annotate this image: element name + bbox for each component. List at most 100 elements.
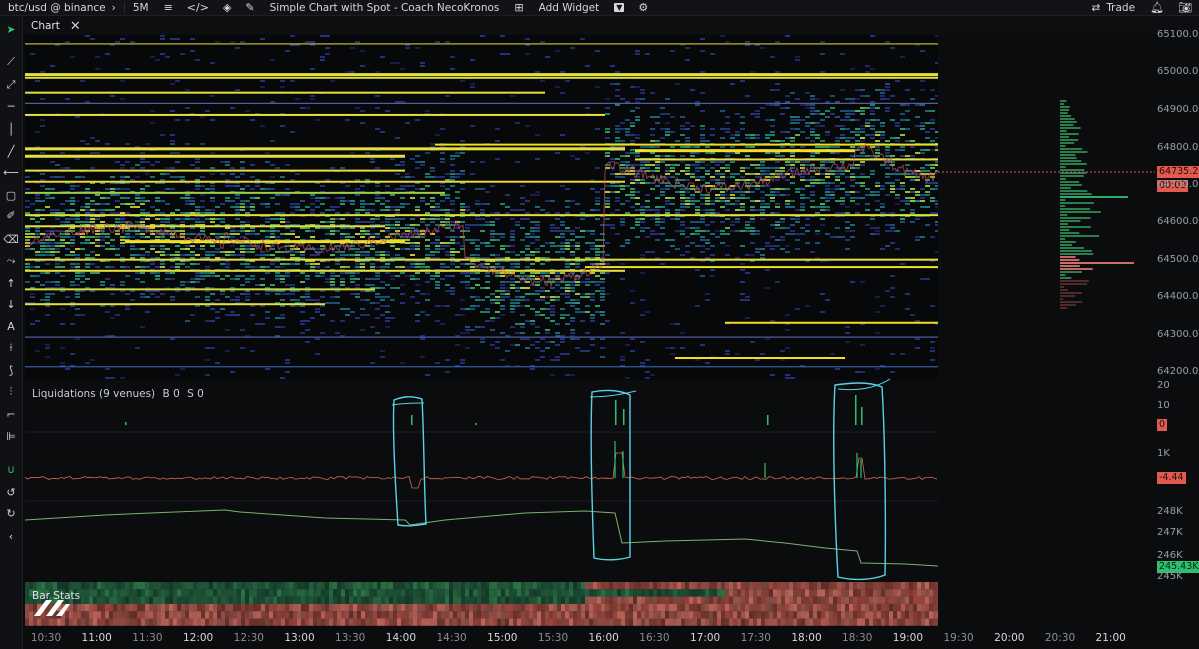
heatmap-cells xyxy=(25,35,938,379)
ray-icon[interactable]: ⤢ xyxy=(0,76,22,94)
oi-tick-label: 247K xyxy=(1157,527,1183,538)
redo-icon[interactable]: ↻ xyxy=(0,504,22,522)
top-toolbar: btc/usd @ binance › 5M ≡ </> ◈ ✎ Simple C… xyxy=(0,0,1199,16)
heatmap-canvas xyxy=(25,35,938,379)
time-tick-label: 19:00 xyxy=(892,632,924,644)
time-tick-label: 18:00 xyxy=(791,632,822,644)
stats-icon[interactable]: ⊫ xyxy=(0,427,22,445)
time-tick-label: 13:30 xyxy=(335,632,366,644)
camera-icon[interactable]: 📷︎ xyxy=(1171,0,1199,15)
price-tick-label: 64800.0 xyxy=(1157,142,1199,153)
time-tick-label: 16:30 xyxy=(639,632,670,644)
oi-tick-label: 246K xyxy=(1157,550,1183,561)
grid-icon[interactable]: ⊞ xyxy=(507,0,530,15)
timeframe-button[interactable]: 5M xyxy=(125,0,157,15)
cvd-axis-label: 1K xyxy=(1157,448,1170,459)
logo-icon xyxy=(34,600,70,616)
drawing-tools-sidebar: ➤ ⟋ ⤢ ─ │ ╱ ⟵ ▢ ✐ ⌫ ⤳ ↑ ↓ A ⟊ ⟆ ⫶ ⌐ ⊫ ∪ ↺ ↻ ‹ xyxy=(0,16,23,649)
buy-value: 0 xyxy=(173,388,180,400)
time-tick-label: 14:30 xyxy=(436,632,467,644)
chevron-right-icon: › xyxy=(111,1,116,14)
arrow-down-icon[interactable]: ↓ xyxy=(0,295,22,313)
time-axis[interactable]: 10:30 11:00 11:30 12:00 12:30 13:00 13:30 14:00… xyxy=(25,629,1155,649)
line-icon[interactable]: ╱ xyxy=(0,142,22,160)
trade-label: Trade xyxy=(1106,1,1136,14)
price-axis[interactable]: 64735.2 00:03 0 1K -4.44 245.43K 65100.0… xyxy=(1155,29,1199,625)
magnet-icon[interactable]: ∪ xyxy=(0,460,22,478)
hand-drawn-annotations xyxy=(391,378,891,581)
path-icon[interactable]: ⤳ xyxy=(0,252,22,270)
code-icon[interactable]: </> xyxy=(180,0,216,15)
time-tick-label: 14:00 xyxy=(385,632,417,644)
time-tick-label: 17:30 xyxy=(740,632,771,644)
liquidations-tick-label: 20 xyxy=(1157,380,1170,391)
cvd-badge: -4.44 xyxy=(1157,472,1186,484)
time-tick-label: 15:30 xyxy=(537,632,569,644)
brush-icon[interactable]: ✐ xyxy=(0,206,22,224)
close-icon[interactable]: ✕ xyxy=(70,19,81,34)
gear-icon[interactable]: ⚙ xyxy=(631,0,655,15)
layout-name-button[interactable]: Simple Chart with Spot - Coach NecoKrono… xyxy=(262,0,508,15)
symbol-selector[interactable]: btc/usd @ binance › xyxy=(0,0,124,15)
price-tick-label: 64200.0 xyxy=(1157,366,1199,377)
liquidations-title: Liquidations (9 venues) xyxy=(32,388,156,400)
tab-bar: Chart ✕ xyxy=(23,16,1199,34)
text-icon[interactable]: A xyxy=(0,317,22,335)
rectangle-icon[interactable]: ▢ xyxy=(0,186,22,204)
dropdown-icon[interactable]: ▼ xyxy=(607,0,631,15)
time-tick-label: 10:30 xyxy=(30,632,62,644)
eraser-icon[interactable]: ⌫ xyxy=(0,230,22,248)
time-tick-label: 17:00 xyxy=(689,632,721,644)
time-tick-label: 18:30 xyxy=(842,632,873,644)
buy-label: B xyxy=(162,388,170,400)
layers-icon[interactable]: ◈ xyxy=(216,0,238,15)
time-tick-label: 21:00 xyxy=(1095,632,1126,644)
volume-profile xyxy=(1060,100,1134,309)
fib-icon[interactable]: ⟆ xyxy=(0,361,22,379)
bell-icon[interactable]: 🔔︎ xyxy=(1143,0,1171,15)
time-tick-label: 12:30 xyxy=(233,632,264,644)
oi-tick-label: 248K xyxy=(1157,506,1183,517)
price-tick-label: 64700.0 xyxy=(1157,179,1199,190)
trade-button[interactable]: ⇄ Trade xyxy=(1084,0,1144,15)
time-tick-label: 20:00 xyxy=(994,632,1025,644)
bar-stats-panel[interactable] xyxy=(25,582,938,626)
time-tick-label: 20:30 xyxy=(1044,632,1076,644)
liquidations-badge: 0 xyxy=(1157,419,1168,431)
price-tick-label: 64400.0 xyxy=(1157,291,1199,302)
ruler-icon[interactable]: ⟊ xyxy=(0,339,22,357)
price-tick-label: 65000.0 xyxy=(1157,66,1199,77)
pencil-icon[interactable]: ✎ xyxy=(238,0,261,15)
measure-icon[interactable]: ⌐ xyxy=(0,405,22,423)
horizontal-line-icon[interactable]: ─ xyxy=(0,97,22,115)
time-tick-label: 15:00 xyxy=(487,632,518,644)
sell-label: S xyxy=(187,388,194,400)
candle-tool-icon[interactable]: ⫶ xyxy=(0,383,22,401)
candles-icon[interactable]: ≡ xyxy=(157,0,180,15)
oi-tick-label: 245K xyxy=(1157,571,1183,582)
arrow-up-icon[interactable]: ↑ xyxy=(0,274,22,292)
sell-value: 0 xyxy=(197,388,204,400)
price-tick-label: 64500.0 xyxy=(1157,254,1199,265)
liquidity-lines xyxy=(25,43,938,368)
swap-icon: ⇄ xyxy=(1091,1,1101,14)
orderbook-heatmap[interactable] xyxy=(25,35,938,380)
last-price-line xyxy=(938,171,1155,173)
time-tick-label: 11:30 xyxy=(132,632,163,644)
price-tick-label: 64300.0 xyxy=(1157,329,1199,340)
cursor-icon[interactable]: ➤ xyxy=(0,20,22,38)
symbol-label: btc/usd @ binance xyxy=(8,1,106,14)
extended-line-icon[interactable]: ⟵ xyxy=(0,163,22,181)
tab-label: Chart xyxy=(31,20,60,32)
collapse-icon[interactable]: ‹ xyxy=(0,527,22,545)
tab-chart[interactable]: Chart ✕ xyxy=(31,18,81,34)
last-price-badge: 64735.2 xyxy=(1157,166,1199,178)
time-tick-label: 11:00 xyxy=(81,632,112,644)
price-tick-label: 64600.0 xyxy=(1157,216,1199,227)
liquidations-tick-label: 10 xyxy=(1157,400,1170,411)
trendline-icon[interactable]: ⟋ xyxy=(0,53,22,71)
price-tick-label: 64900.0 xyxy=(1157,104,1199,115)
vertical-line-icon[interactable]: │ xyxy=(0,120,22,138)
undo-icon[interactable]: ↺ xyxy=(0,483,22,501)
add-widget-button[interactable]: Add Widget xyxy=(531,0,608,15)
